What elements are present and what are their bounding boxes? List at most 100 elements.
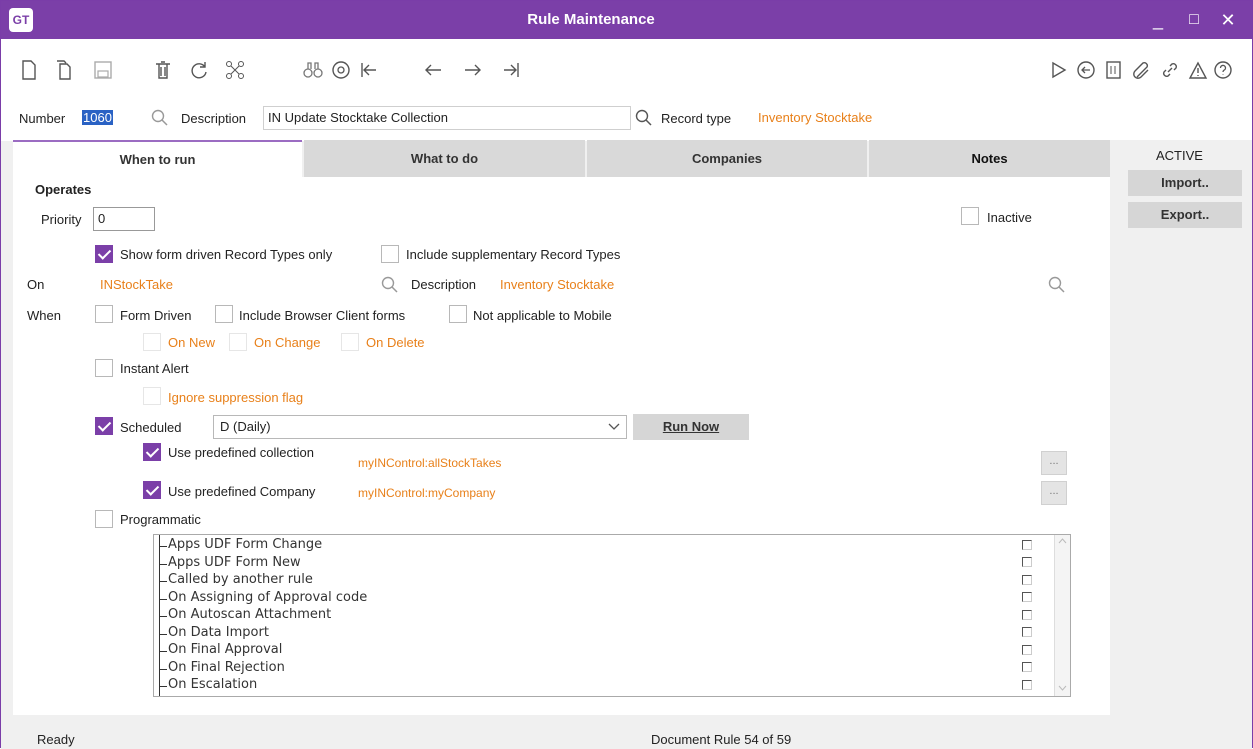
priority-label: Priority bbox=[41, 212, 82, 227]
list-item-checkbox[interactable] bbox=[1022, 662, 1032, 672]
scroll-up-icon[interactable] bbox=[1058, 538, 1067, 544]
on-change-checkbox[interactable] bbox=[229, 333, 247, 351]
tab-notes[interactable]: Notes bbox=[869, 140, 1110, 177]
status-text: Ready bbox=[37, 732, 75, 747]
window-title: Rule Maintenance bbox=[527, 11, 655, 28]
list-item[interactable]: Apps UDF Form New bbox=[160, 555, 301, 572]
binoculars-icon[interactable] bbox=[301, 59, 325, 83]
link-icon[interactable] bbox=[1158, 59, 1182, 83]
on-new-checkbox[interactable] bbox=[143, 333, 161, 351]
number-field[interactable]: 1060 bbox=[79, 106, 147, 130]
scroll-down-icon[interactable] bbox=[1058, 685, 1067, 691]
inactive-checkbox[interactable] bbox=[961, 207, 979, 225]
show-form-driven-label: Show form driven Record Types only bbox=[120, 247, 333, 262]
export-button[interactable]: Export.. bbox=[1128, 202, 1242, 228]
ignore-suppression-label: Ignore suppression flag bbox=[168, 390, 304, 405]
schedule-value: D (Daily) bbox=[220, 419, 271, 434]
last-record-icon[interactable] bbox=[499, 59, 523, 83]
company-field[interactable]: myINControl:myCompany bbox=[353, 479, 1029, 507]
close-button[interactable]: ✕ bbox=[1211, 1, 1245, 39]
list-item-checkbox[interactable] bbox=[1022, 680, 1032, 690]
hierarchy-icon[interactable] bbox=[223, 59, 247, 83]
previous-record-icon[interactable] bbox=[421, 59, 445, 83]
list-item-checkbox[interactable] bbox=[1022, 627, 1032, 637]
use-company-checkbox[interactable] bbox=[143, 481, 161, 499]
new-document-icon[interactable] bbox=[17, 59, 41, 83]
help-icon[interactable] bbox=[1211, 59, 1235, 83]
list-item-checkbox[interactable] bbox=[1022, 592, 1032, 602]
include-browser-checkbox[interactable] bbox=[215, 305, 233, 323]
back-circle-icon[interactable] bbox=[1074, 59, 1098, 83]
tab-companies[interactable]: Companies bbox=[587, 140, 867, 177]
programmatic-event-list[interactable]: Apps UDF Form Change Apps UDF Form New C… bbox=[153, 534, 1071, 697]
use-collection-label: Use predefined collection bbox=[168, 445, 314, 460]
copy-document-icon[interactable] bbox=[51, 59, 75, 83]
next-record-icon[interactable] bbox=[461, 59, 485, 83]
minimize-button[interactable]: _ bbox=[1141, 1, 1175, 39]
use-collection-checkbox[interactable] bbox=[143, 443, 161, 461]
chevron-down-icon bbox=[608, 423, 620, 430]
show-form-driven-checkbox[interactable] bbox=[95, 245, 113, 263]
list-item-checkbox[interactable] bbox=[1022, 540, 1032, 550]
tab-bar: When to run What to do Companies Notes bbox=[13, 140, 1110, 177]
schedule-select[interactable]: D (Daily) bbox=[213, 415, 627, 439]
number-search-icon[interactable] bbox=[151, 109, 169, 127]
list-scrollbar[interactable] bbox=[1054, 535, 1070, 696]
list-item[interactable]: Called by another rule bbox=[160, 572, 313, 589]
list-item-checkbox[interactable] bbox=[1022, 575, 1032, 585]
document-attach-icon[interactable] bbox=[1102, 59, 1126, 83]
description-label: Description bbox=[181, 111, 247, 126]
company-browse-button[interactable]: ... bbox=[1041, 481, 1067, 505]
status-bar: Ready Document Rule 54 of 59 bbox=[1, 716, 1252, 749]
lookup-icon[interactable] bbox=[329, 59, 353, 83]
form-driven-checkbox[interactable] bbox=[95, 305, 113, 323]
record-type-field[interactable]: Inventory Stocktake bbox=[753, 106, 1243, 130]
play-icon[interactable] bbox=[1046, 59, 1070, 83]
on-record-search-icon[interactable] bbox=[381, 276, 399, 294]
save-icon[interactable] bbox=[91, 59, 115, 83]
programmatic-checkbox[interactable] bbox=[95, 510, 113, 528]
when-label: When bbox=[27, 308, 61, 323]
include-supplementary-checkbox[interactable] bbox=[381, 245, 399, 263]
delete-icon[interactable] bbox=[151, 59, 175, 83]
list-item[interactable]: On Escalation bbox=[159, 677, 257, 694]
record-position-text: Document Rule 54 of 59 bbox=[651, 732, 792, 747]
use-company-label: Use predefined Company bbox=[168, 484, 316, 499]
on-description-field[interactable]: Inventory Stocktake bbox=[495, 273, 1043, 297]
scheduled-checkbox[interactable] bbox=[95, 417, 113, 435]
description-search-icon[interactable] bbox=[635, 109, 653, 127]
instant-alert-checkbox[interactable] bbox=[95, 359, 113, 377]
collection-field[interactable]: myINControl:allStockTakes bbox=[353, 449, 1029, 477]
list-item[interactable]: On Assigning of Approval code bbox=[159, 590, 367, 607]
tab-when-to-run[interactable]: When to run bbox=[13, 140, 302, 177]
refresh-icon[interactable] bbox=[187, 59, 211, 83]
inactive-label: Inactive bbox=[987, 210, 1032, 225]
rule-maintenance-window: GT Rule Maintenance _ □ ✕ Number 1060 De… bbox=[0, 0, 1253, 749]
run-now-button[interactable]: Run Now bbox=[633, 414, 749, 440]
add-alert-icon[interactable] bbox=[1186, 59, 1210, 83]
priority-field[interactable]: 0 bbox=[93, 207, 155, 231]
ignore-suppression-checkbox[interactable] bbox=[143, 387, 161, 405]
description-field[interactable]: IN Update Stocktake Collection bbox=[263, 106, 631, 130]
not-mobile-checkbox[interactable] bbox=[449, 305, 467, 323]
on-delete-checkbox[interactable] bbox=[341, 333, 359, 351]
tab-what-to-do[interactable]: What to do bbox=[304, 140, 585, 177]
list-item[interactable]: On Final Rejection bbox=[160, 660, 285, 677]
on-description-search-icon[interactable] bbox=[1048, 276, 1066, 294]
list-item-checkbox[interactable] bbox=[1022, 645, 1032, 655]
maximize-button[interactable]: □ bbox=[1177, 1, 1211, 39]
list-item-checkbox[interactable] bbox=[1022, 557, 1032, 567]
first-record-icon[interactable] bbox=[357, 59, 381, 83]
add-attachment-icon[interactable] bbox=[1130, 59, 1154, 83]
list-item[interactable]: On Autoscan Attachment bbox=[159, 607, 331, 624]
record-type-label: Record type bbox=[661, 111, 732, 126]
collection-browse-button[interactable]: ... bbox=[1041, 451, 1067, 475]
import-button[interactable]: Import.. bbox=[1128, 170, 1242, 196]
list-item[interactable]: On Final Approval bbox=[159, 642, 282, 659]
list-item[interactable]: Apps UDF Form Change bbox=[159, 537, 322, 554]
list-item-checkbox[interactable] bbox=[1022, 610, 1032, 620]
list-item[interactable]: On Data Import bbox=[160, 625, 269, 642]
on-record-field[interactable]: INStockTake bbox=[95, 273, 377, 297]
on-description-label: Description bbox=[411, 277, 477, 292]
instant-alert-label: Instant Alert bbox=[120, 361, 189, 376]
